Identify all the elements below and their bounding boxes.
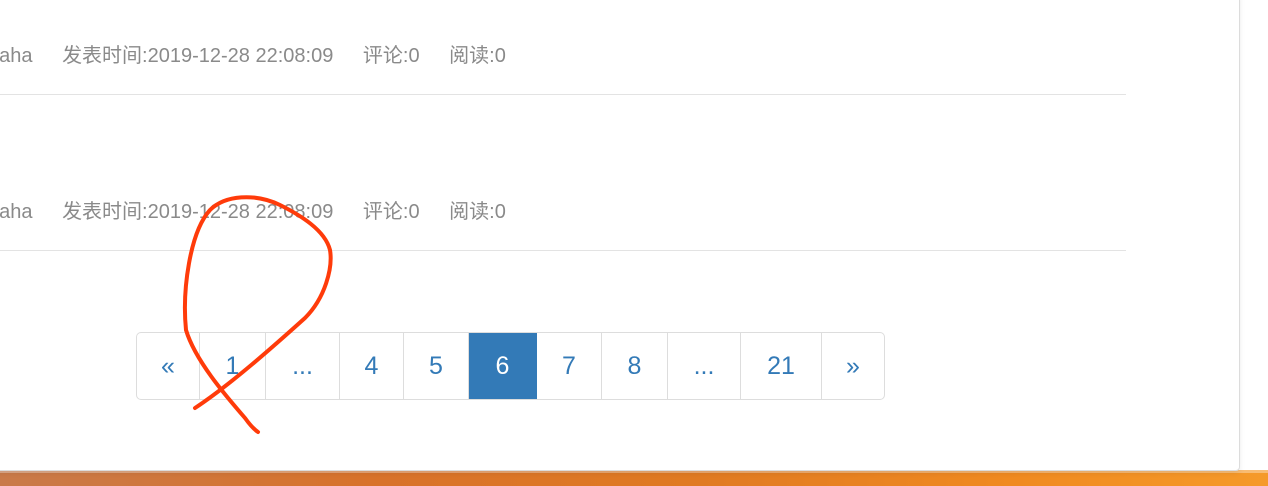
pagination-page-21[interactable]: 21 [741,333,822,399]
pagination-page-5[interactable]: 5 [404,333,469,399]
article-meta: haha 发表时间:2019-12-28 22:08:09 评论:0 阅读:0 [0,200,530,224]
article-comment-count: 评论:0 [362,45,420,67]
article-author[interactable]: haha [0,201,33,223]
page: 7 haha 发表时间:2019-12-28 22:08:09 评论:0 阅读:… [0,0,1268,486]
article-published-time: 发表时间:2019-12-28 22:08:09 [62,45,334,67]
divider [0,94,1126,95]
article-meta: haha 发表时间:2019-12-28 22:08:09 评论:0 阅读:0 [0,44,530,68]
pagination-page-4[interactable]: 4 [340,333,404,399]
article-published-time: 发表时间:2019-12-28 22:08:09 [62,201,334,223]
article-author[interactable]: haha [0,45,33,67]
divider [0,250,1126,251]
pagination-page-6-current[interactable]: 6 [469,333,537,399]
pagination-ellipsis[interactable]: ... [266,333,340,399]
pagination-page-7[interactable]: 7 [537,333,602,399]
article-read-count: 阅读:0 [449,201,506,223]
pagination-page-1[interactable]: 1 [200,333,266,399]
article-read-count: 阅读:0 [449,45,506,67]
pagination-page-8[interactable]: 8 [602,333,668,399]
article-comment-count: 评论:0 [362,201,420,223]
pagination-prev-button[interactable]: « [137,333,200,399]
pagination-next-button[interactable]: » [822,333,884,399]
article-list-card [0,0,1240,471]
pagination: « 1 ... 4 5 6 7 8 ... 21 » [136,332,885,400]
pagination-ellipsis[interactable]: ... [668,333,741,399]
